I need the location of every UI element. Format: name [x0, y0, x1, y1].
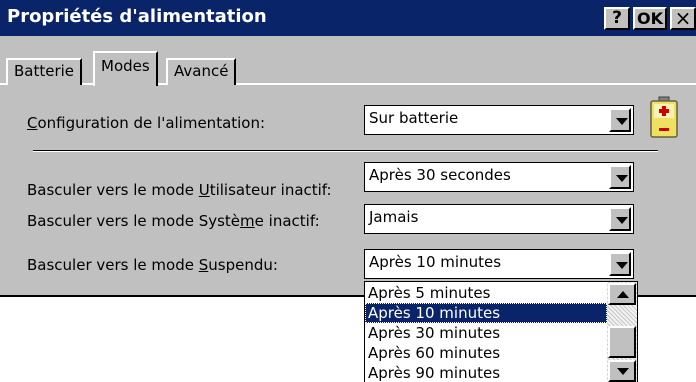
- separator: [33, 150, 658, 152]
- suspend-dropdown-button[interactable]: [609, 252, 631, 276]
- user-idle-label: Basculer vers le mode Utilisateur inacti…: [27, 181, 332, 199]
- system-idle-label: Basculer vers le mode Système inactif:: [27, 212, 320, 230]
- close-button[interactable]: ×: [670, 7, 696, 30]
- suspend-dropdown-list[interactable]: Après 5 minutes Après 10 minutes Après 3…: [364, 281, 638, 382]
- system-idle-dropdown-button[interactable]: [609, 207, 631, 231]
- user-idle-value: Après 30 secondes: [369, 166, 511, 184]
- suspend-label: Basculer vers le mode Suspendu:: [27, 256, 278, 274]
- chevron-down-icon: [617, 368, 629, 375]
- chevron-down-icon: [616, 118, 628, 125]
- scroll-up-button[interactable]: [608, 283, 636, 305]
- window-title: Propriétés d'alimentation: [7, 6, 267, 27]
- chevron-down-icon: [616, 217, 628, 224]
- user-idle-combo[interactable]: Après 30 secondes: [364, 162, 634, 192]
- list-scrollbar[interactable]: [607, 282, 637, 382]
- system-idle-combo[interactable]: Jamais: [364, 204, 634, 234]
- tab-modes[interactable]: Modes: [93, 51, 158, 86]
- chevron-up-icon: [617, 291, 629, 298]
- list-item[interactable]: Après 90 minutes: [365, 363, 607, 382]
- suspend-value: Après 10 minutes: [369, 253, 502, 271]
- suspend-combo[interactable]: Après 10 minutes: [364, 249, 634, 279]
- scroll-thumb[interactable]: [608, 326, 636, 358]
- power-config-value: Sur batterie: [369, 109, 459, 127]
- tab-batterie[interactable]: Batterie: [6, 58, 83, 85]
- system-idle-value: Jamais: [369, 208, 419, 226]
- chevron-down-icon: [616, 262, 628, 269]
- power-config-dropdown-button[interactable]: [609, 108, 631, 132]
- power-config-label: Configuration de l'alimentation:: [27, 114, 266, 132]
- list-item[interactable]: Après 30 minutes: [365, 323, 607, 343]
- user-idle-dropdown-button[interactable]: [609, 165, 631, 189]
- list-item[interactable]: Après 5 minutes: [365, 283, 607, 303]
- chevron-down-icon: [616, 175, 628, 182]
- tab-avance[interactable]: Avancé: [166, 58, 237, 85]
- list-item-selected[interactable]: Après 10 minutes: [365, 303, 607, 323]
- ok-button[interactable]: OK: [633, 7, 667, 30]
- scroll-down-button[interactable]: [608, 360, 636, 382]
- power-config-combo[interactable]: Sur batterie: [364, 105, 634, 135]
- list-item[interactable]: Après 60 minutes: [365, 343, 607, 363]
- title-bar: Propriétés d'alimentation ? OK ×: [0, 0, 696, 36]
- power-properties-window: Propriétés d'alimentation ? OK × Batteri…: [0, 0, 696, 297]
- battery-icon: [650, 96, 678, 138]
- help-button[interactable]: ?: [604, 7, 630, 30]
